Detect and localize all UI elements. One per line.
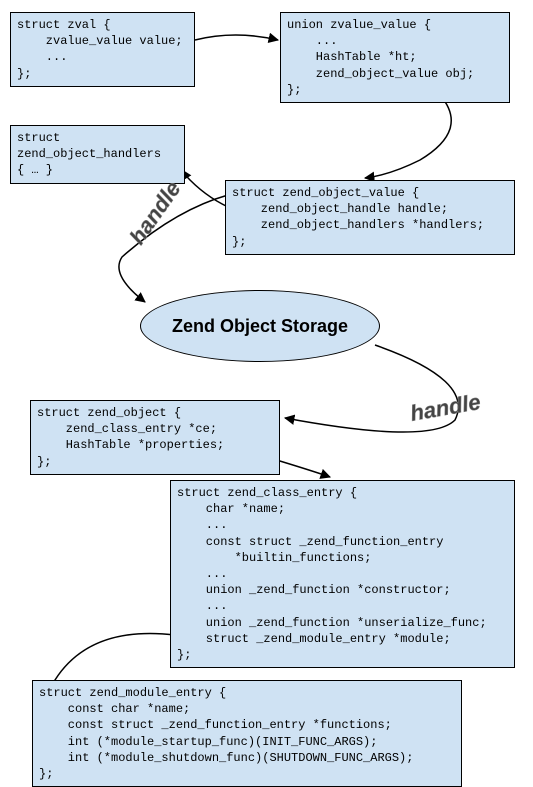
box-zend-object-value: struct zend_object_value { zend_object_h… <box>225 180 515 255</box>
box-zend-class-entry: struct zend_class_entry { char *name; ..… <box>170 480 515 668</box>
box-zval: struct zval { zvalue_value value; ... }; <box>10 12 195 87</box>
box-zend-object-handlers: struct zend_object_handlers { … } <box>10 125 185 184</box>
handle-label-1: handle <box>124 177 186 250</box>
box-zend-object: struct zend_object { zend_class_entry *c… <box>30 400 280 475</box>
storage-label: Zend Object Storage <box>172 316 348 337</box>
box-zvalue-value: union zvalue_value { ... HashTable *ht; … <box>280 12 510 103</box>
zend-object-storage: Zend Object Storage <box>140 290 380 362</box>
handle-label-2: handle <box>408 389 482 427</box>
box-zend-module-entry: struct zend_module_entry { const char *n… <box>32 680 462 787</box>
